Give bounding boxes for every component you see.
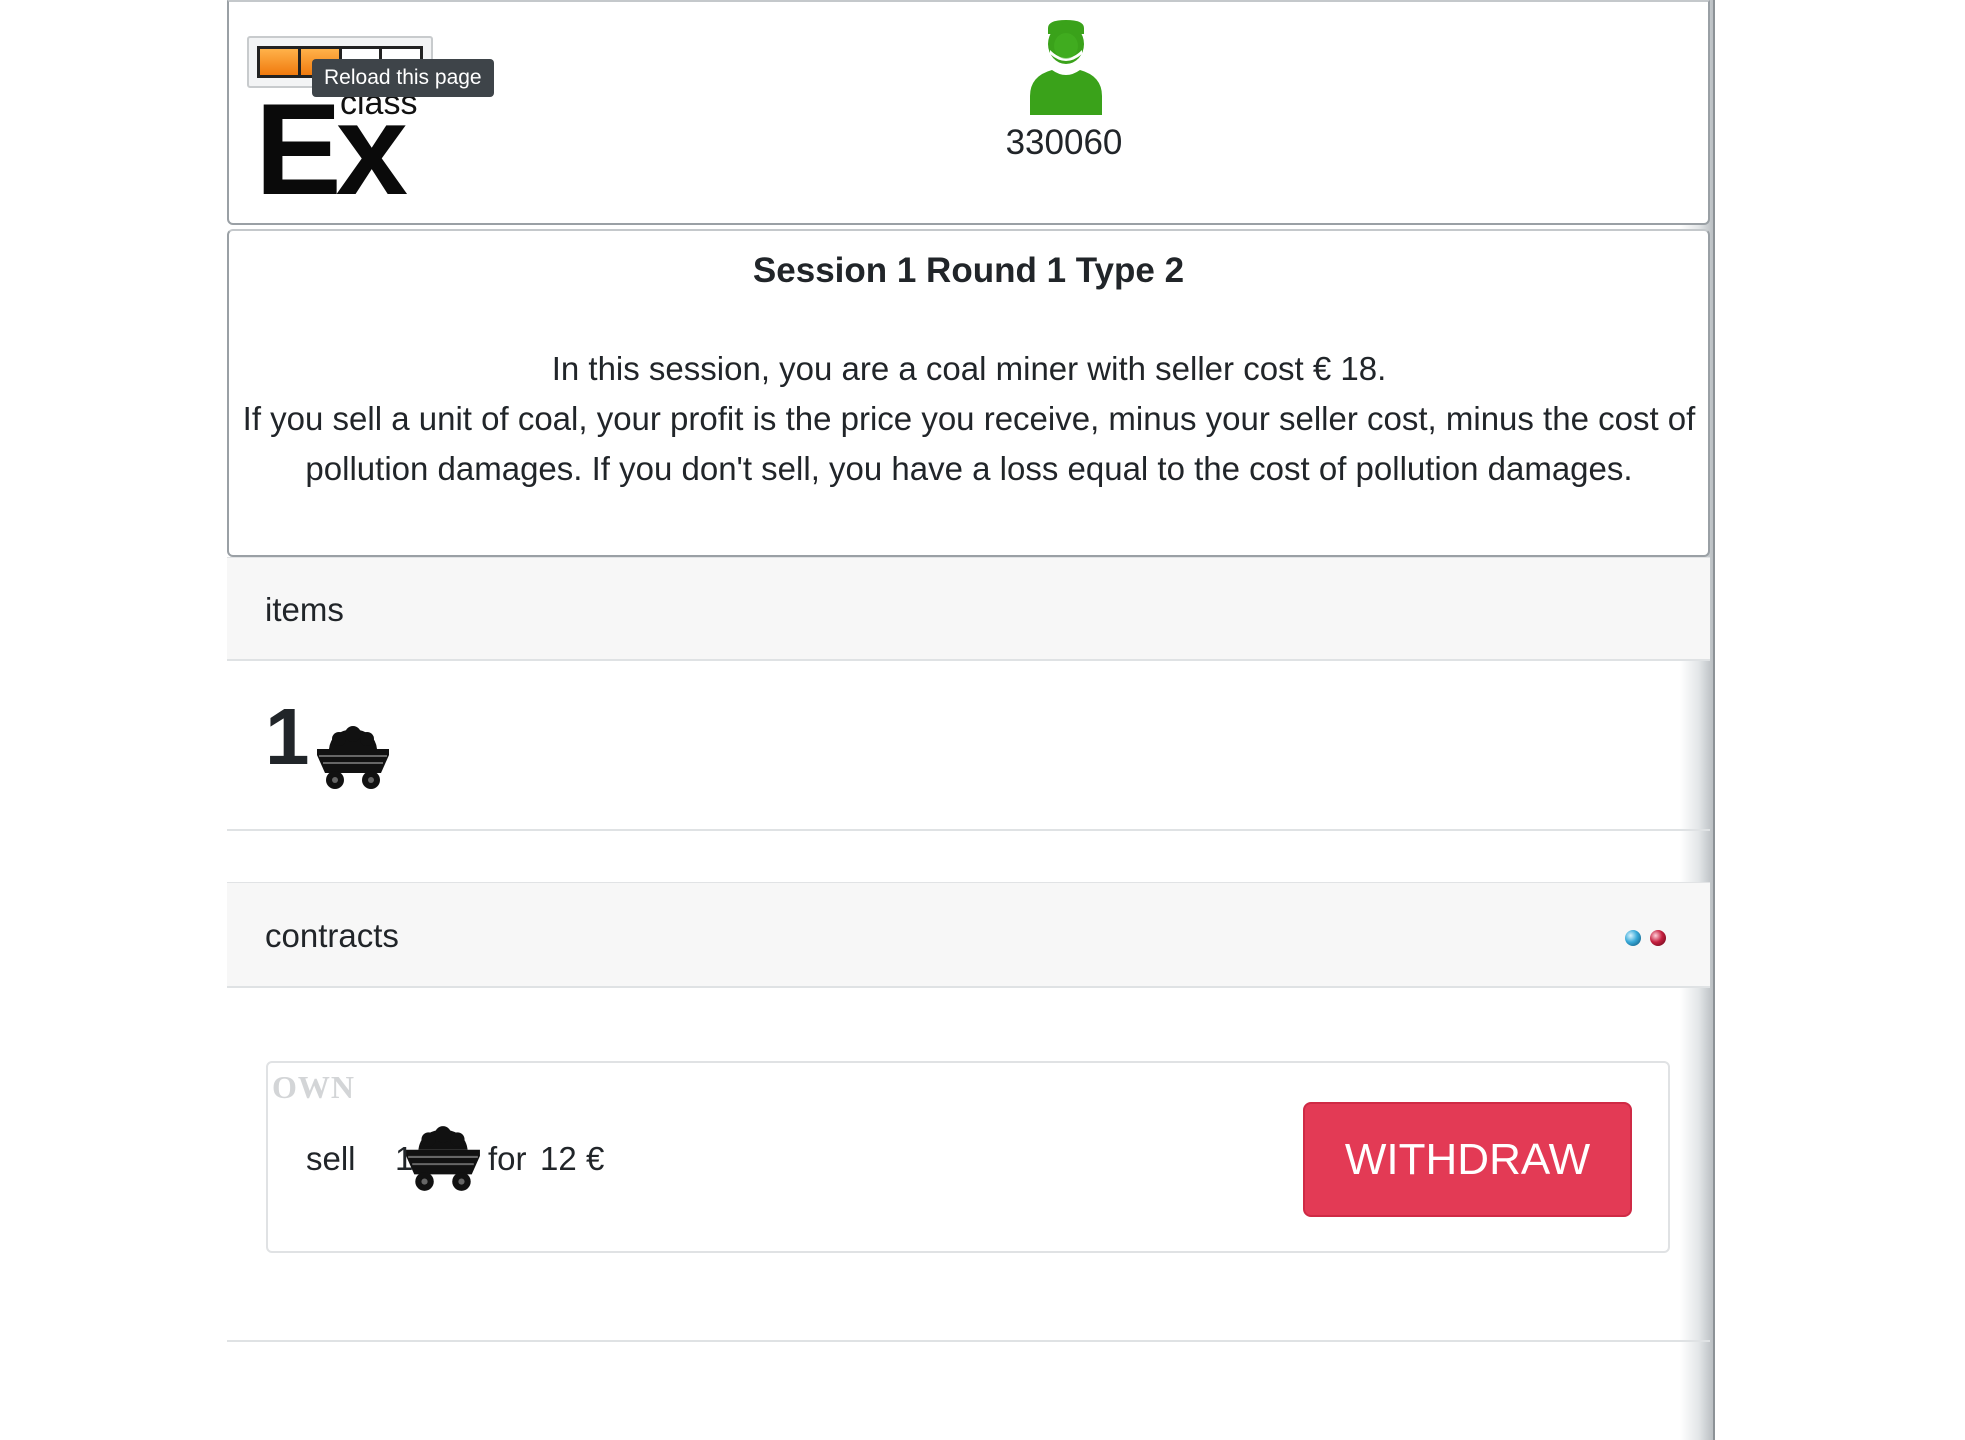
- contracts-panel-body: OWN sell 1 for 12 € WITHDRAW: [227, 988, 1710, 1342]
- session-title: Session 1 Round 1 Type 2: [752, 251, 1185, 290]
- offer-card: OWN sell 1 for 12 € WITHDRAW: [266, 1061, 1670, 1253]
- items-panel-header: items: [227, 557, 1710, 661]
- offer-currency: €: [586, 1140, 605, 1177]
- description-line-1: In this session, you are a coal miner wi…: [551, 350, 1387, 387]
- contracts-label: contracts: [265, 917, 399, 954]
- user-id: 330060: [1005, 123, 1123, 162]
- offer-for-text: for: [488, 1140, 527, 1177]
- reload-tooltip: Reload this page: [312, 59, 494, 97]
- items-panel-body: 1: [227, 661, 1710, 831]
- window-edge: [1713, 0, 1715, 1440]
- offer-price: 12: [540, 1140, 577, 1177]
- session-description: In this session, you are a coal miner wi…: [239, 344, 1699, 494]
- withdraw-button[interactable]: WITHDRAW: [1303, 1102, 1632, 1217]
- item-count: 1: [265, 692, 310, 781]
- description-line-2: If you sell a unit of coal, your profit …: [242, 400, 1696, 487]
- coal-cart-icon: [317, 726, 389, 789]
- main-container: Ex class Reload this page 330060 Session…: [227, 0, 1712, 1440]
- items-label: items: [265, 591, 344, 628]
- contracts-panel-header: contracts: [227, 882, 1710, 988]
- page: Ex class Reload this page 330060 Session…: [0, 0, 1965, 1440]
- session-info-card: Session 1 Round 1 Type 2 In this session…: [227, 229, 1710, 557]
- own-tag: OWN: [272, 1069, 355, 1105]
- user-silhouette-icon: [1030, 20, 1102, 115]
- offer-action: sell: [306, 1140, 356, 1177]
- status-dot-red: [1650, 930, 1666, 946]
- status-dot-blue: [1625, 930, 1641, 946]
- header-card: Ex class Reload this page 330060: [227, 0, 1710, 225]
- coal-cart-icon: [406, 1126, 480, 1191]
